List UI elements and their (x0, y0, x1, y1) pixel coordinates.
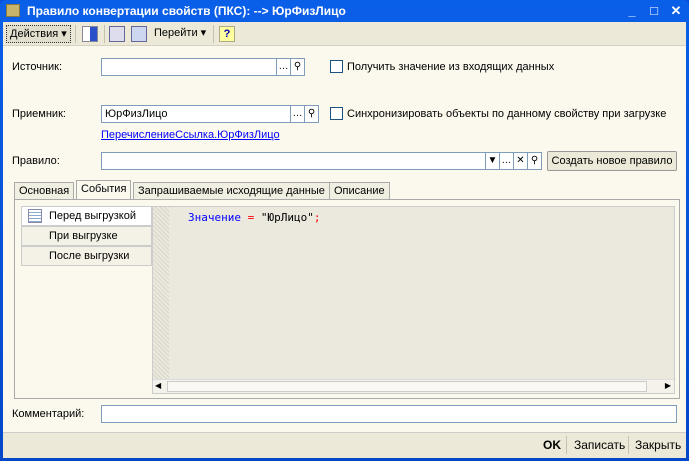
separator (566, 436, 567, 454)
module-icon (28, 209, 42, 223)
form-icon (6, 4, 20, 17)
select-button[interactable]: … (277, 58, 291, 76)
maximize-button[interactable]: □ (645, 3, 663, 19)
scroll-right-icon[interactable]: ▶ (665, 381, 671, 390)
events-panel: Перед выгрузкой При выгрузке После выгру… (14, 199, 680, 399)
code-line: Значение = "ЮрЛицо"; (188, 211, 320, 224)
tab-requested-data[interactable]: Запрашиваемые исходящие данные (133, 182, 330, 199)
source-label: Источник: (12, 61, 63, 73)
close-button[interactable]: ✕ (667, 3, 685, 19)
scroll-left-icon[interactable]: ◀ (155, 381, 161, 390)
source-input[interactable] (101, 58, 277, 76)
receiver-type-link[interactable]: ПеречислениеСсылка.ЮрФизЛицо (101, 129, 280, 141)
select-button[interactable]: … (500, 152, 514, 170)
window-title: Правило конвертации свойств (ПКС): --> Ю… (27, 4, 346, 18)
select-button[interactable]: … (291, 105, 305, 123)
tab-description[interactable]: Описание (329, 182, 390, 199)
sync-checkbox-label: Синхронизировать объекты по данному свой… (347, 108, 667, 120)
tab-events[interactable]: События (76, 180, 132, 200)
toolbar: Действия ▾ Перейти ▾ ? (3, 22, 686, 46)
receiver-label: Приемник: (12, 108, 66, 120)
event-before-export[interactable]: Перед выгрузкой (21, 206, 152, 226)
scrollbar-thumb[interactable] (167, 381, 647, 392)
chevron-down-icon[interactable]: ▼ (486, 152, 500, 170)
comment-input[interactable] (101, 405, 677, 423)
window: Правило конвертации свойств (ПКС): --> Ю… (0, 0, 689, 461)
code-semicolon: ; (313, 211, 321, 224)
back-arrow-icon[interactable] (82, 26, 98, 42)
actions-menu[interactable]: Действия ▾ (6, 25, 71, 43)
search-icon[interactable]: ⚲ (291, 58, 305, 76)
receiver-input[interactable]: ЮрФизЛицо (101, 105, 291, 123)
source-checkbox-label: Получить значение из входящих данных (347, 61, 555, 73)
save-button[interactable]: Записать (574, 438, 625, 452)
event-label: Перед выгрузкой (49, 210, 136, 222)
minimize-button[interactable]: _ (623, 3, 641, 19)
refresh-icon[interactable] (109, 26, 125, 42)
comment-label: Комментарий: (12, 408, 85, 420)
rule-label: Правило: (12, 155, 60, 167)
code-identifier: Значение (188, 211, 241, 224)
editor-gutter (153, 207, 169, 379)
horizontal-scrollbar[interactable]: ◀ ▶ (153, 379, 674, 393)
code-editor[interactable]: Значение = "ЮрЛицо"; ◀ ▶ (152, 206, 675, 394)
sync-checkbox[interactable] (330, 107, 343, 120)
clear-icon[interactable]: ✕ (514, 152, 528, 170)
close-form-button[interactable]: Закрыть (635, 438, 681, 452)
tab-main[interactable]: Основная (14, 182, 75, 199)
separator (104, 25, 105, 43)
help-icon[interactable]: ? (219, 26, 235, 42)
footer-bar: OK Записать Закрыть (3, 432, 686, 458)
separator (213, 25, 214, 43)
goto-icon[interactable] (131, 26, 147, 42)
rule-input[interactable] (101, 152, 486, 170)
source-checkbox[interactable] (330, 60, 343, 73)
create-rule-button[interactable]: Создать новое правило (547, 151, 677, 171)
code-string: "ЮрЛицо" (260, 211, 314, 224)
separator (628, 436, 629, 454)
event-on-export[interactable]: При выгрузке (21, 226, 152, 246)
separator (75, 25, 76, 43)
search-icon[interactable]: ⚲ (305, 105, 319, 123)
event-after-export[interactable]: После выгрузки (21, 246, 152, 266)
ok-button[interactable]: OK (543, 438, 561, 452)
goto-menu[interactable]: Перейти ▾ (151, 25, 209, 43)
code-operator: = (247, 211, 255, 224)
title-bar: Правило конвертации свойств (ПКС): --> Ю… (0, 0, 689, 22)
search-icon[interactable]: ⚲ (528, 152, 542, 170)
